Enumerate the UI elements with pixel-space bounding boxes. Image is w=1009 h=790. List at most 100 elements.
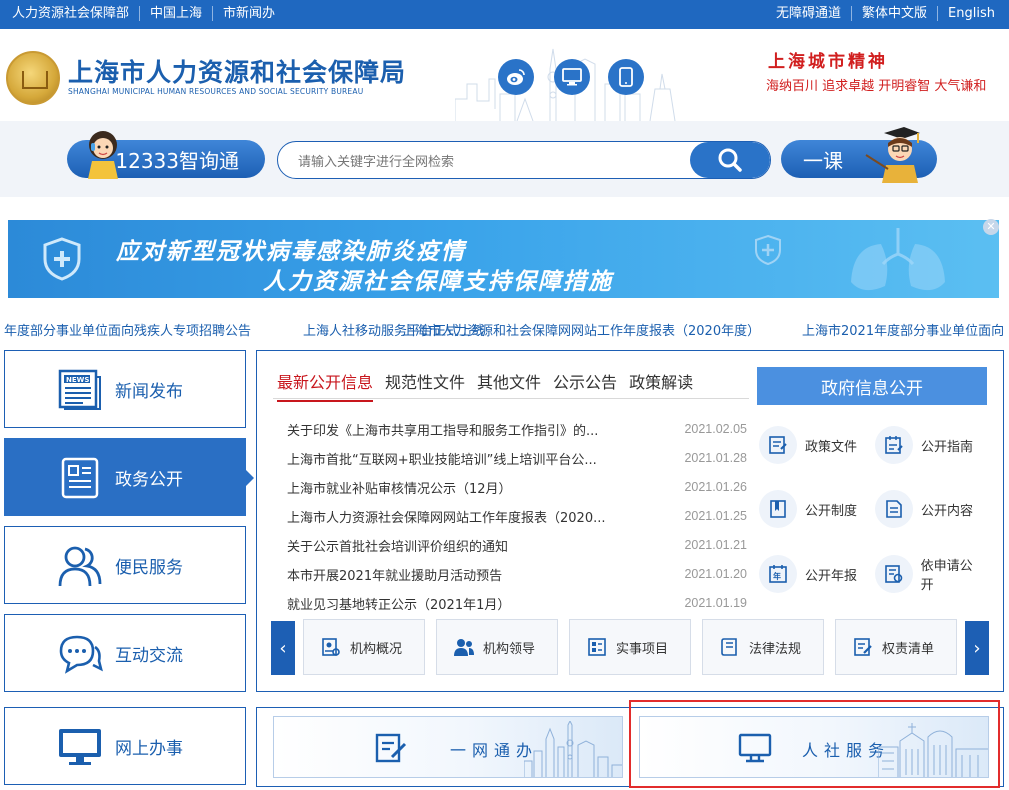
chat-icon [57, 631, 103, 677]
search-icon [718, 148, 742, 172]
guide-icon [875, 426, 913, 464]
gov-disclosure-guide[interactable]: 公开指南 [875, 425, 985, 465]
newspaper-icon: NEWS [57, 367, 103, 413]
bureau-emblem-icon[interactable] [6, 51, 60, 105]
carousel-next-button[interactable]: › [965, 621, 989, 675]
news-date: 2021.01.28 [684, 451, 747, 465]
content-doc-icon [875, 490, 913, 528]
lungs-icon [851, 228, 945, 291]
card-label: 权责清单 [882, 641, 935, 657]
card-label: 法律法规 [749, 641, 802, 657]
hotline-12333-label: 12333智询通 [115, 148, 239, 173]
nav-online-service[interactable]: 网上办事 [4, 707, 246, 785]
list-item[interactable]: 本市开展2021年就业援助月活动预告 2021.01.20 [287, 562, 747, 591]
site-title[interactable]: 上海市人力资源和社会保障局 [68, 53, 406, 89]
service-girl-avatar-icon [88, 131, 118, 179]
nav-public-service[interactable]: 便民服务 [4, 526, 246, 604]
card-org-leaders[interactable]: 机构领导 [436, 619, 558, 675]
nav-label: 新闻发布 [115, 381, 183, 402]
nav-label: 政务公开 [115, 469, 183, 490]
card-laws-regulations[interactable]: 法律法规 [702, 619, 824, 675]
small-shield-icon [755, 234, 781, 266]
news-date: 2021.01.19 [684, 596, 747, 610]
one-network-service-button[interactable]: 一网通办 [273, 716, 623, 778]
ticker-item[interactable]: 上海市2021年度部分事业单位面向 [802, 320, 1004, 339]
list-item[interactable]: 上海市人力资源社会保障网网站工作年度报表（2020... 2021.01.25 [287, 504, 747, 533]
search-box [277, 141, 771, 179]
link-mohrss[interactable]: 人力资源社会保障部 [12, 6, 141, 21]
link-accessibility[interactable]: 无障碍通道 [766, 6, 853, 21]
shield-icon [43, 237, 81, 281]
news-list: 关于印发《上海市共享用工指导和服务工作指引》的... 2021.02.05 上海市… [287, 417, 747, 620]
news-date: 2021.01.25 [684, 509, 747, 523]
news-date: 2021.01.26 [684, 480, 747, 494]
teacher-avatar-icon [865, 127, 920, 183]
laws-icon [719, 636, 741, 658]
link-press-office[interactable]: 市新闻办 [213, 6, 275, 21]
gov-policy-docs[interactable]: 政策文件 [759, 425, 869, 465]
ticker-item[interactable]: 上海市人力资源和社会保障网网站工作年度报表（2020年度） [402, 320, 760, 339]
org-overview-icon [320, 636, 342, 658]
news-ticker: 年度部分事业单位面向残疾人专项招聘公告 上海人社移动服务平台正式上线 上海市人力… [0, 318, 1009, 340]
nav-news-release[interactable]: NEWS 新闻发布 [4, 350, 246, 428]
gov-disclosure-system[interactable]: 公开制度 [759, 489, 869, 529]
news-title[interactable]: 上海市人力资源社会保障网网站工作年度报表（2020... [287, 507, 627, 526]
highlight-frame [629, 700, 1000, 788]
list-item[interactable]: 上海市就业补贴审核情况公示（12月） 2021.01.26 [287, 475, 747, 504]
list-item[interactable]: 上海市首批“互联网+职业技能培训”线上培训平台公... 2021.01.28 [287, 446, 747, 475]
top-bar-right: 无障碍通道 繁体中文版 English [766, 6, 995, 21]
svg-text:年: 年 [773, 571, 781, 581]
link-english[interactable]: English [938, 6, 995, 21]
weibo-icon[interactable] [498, 59, 534, 95]
search-button[interactable] [690, 142, 770, 178]
card-label: 机构概况 [350, 641, 403, 657]
tab-divider [273, 398, 749, 399]
mobile-icon[interactable] [608, 59, 644, 95]
document-icon [57, 455, 103, 501]
site-subtitle: SHANGHAI MUNICIPAL HUMAN RESOURCES AND S… [68, 87, 364, 96]
banner-close-button[interactable]: ✕ [983, 219, 999, 235]
search-band: 12333智询通 一课 [0, 121, 1009, 197]
nav-interaction[interactable]: 互动交流 [4, 614, 246, 692]
news-title[interactable]: 关于印发《上海市共享用工指导和服务工作指引》的... [287, 420, 627, 439]
list-item[interactable]: 就业见习基地转正公示（2021年1月） 2021.01.19 [287, 591, 747, 620]
calendar-year-icon: 年 [759, 555, 797, 593]
list-item[interactable]: 关于印发《上海市共享用工指导和服务工作指引》的... 2021.02.05 [287, 417, 747, 446]
carousel-prev-button[interactable]: ‹ [271, 621, 295, 675]
nav-government-affairs[interactable]: 政务公开 [4, 438, 254, 516]
news-title[interactable]: 就业见习基地转正公示（2021年1月） [287, 594, 627, 613]
gov-item-label: 政策文件 [805, 439, 858, 455]
gov-info-disclosure-button[interactable]: 政府信息公开 [757, 367, 987, 405]
gov-disclosure-content[interactable]: 公开内容 [875, 489, 985, 529]
news-date: 2021.01.21 [684, 538, 747, 552]
desktop-icon[interactable] [554, 59, 590, 95]
gov-item-label: 公开内容 [921, 503, 974, 519]
gov-annual-report[interactable]: 年 公开年报 [759, 554, 869, 594]
card-power-list[interactable]: 权责清单 [835, 619, 957, 675]
news-title[interactable]: 上海市首批“互联网+职业技能培训”线上培训平台公... [287, 449, 627, 468]
link-traditional-chinese[interactable]: 繁体中文版 [852, 6, 939, 21]
news-title[interactable]: 关于公示首批社会培训评价组织的通知 [287, 536, 627, 555]
news-title[interactable]: 上海市就业补贴审核情况公示（12月） [287, 478, 627, 497]
city-skyline-icon [524, 721, 622, 777]
ticker-item[interactable]: 年度部分事业单位面向残疾人专项招聘公告 [4, 320, 251, 339]
news-date: 2021.01.20 [684, 567, 747, 581]
search-input[interactable] [298, 151, 688, 171]
power-list-icon [852, 636, 874, 658]
card-label: 实事项目 [616, 641, 669, 657]
gov-item-label: 依申请公开 [920, 559, 973, 593]
epidemic-banner[interactable]: 应对新型冠状病毒感染肺炎疫情 人力资源社会保障支持保障措施 [8, 220, 999, 298]
banner-line-2: 人力资源社会保障支持保障措施 [263, 269, 613, 295]
people-icon [57, 543, 103, 589]
card-org-overview[interactable]: 机构概况 [303, 619, 425, 675]
city-spirit-title: 上海城市精神 [768, 52, 888, 72]
link-china-shanghai[interactable]: 中国上海 [140, 6, 214, 21]
card-practical-projects[interactable]: 实事项目 [569, 619, 691, 675]
monitor-icon [57, 724, 103, 770]
list-item[interactable]: 关于公示首批社会培训评价组织的通知 2021.01.21 [287, 533, 747, 562]
gov-apply-disclosure[interactable]: 依申请公开 [875, 554, 985, 594]
news-title[interactable]: 本市开展2021年就业援助月活动预告 [287, 565, 627, 584]
city-spirit-slogan: 海纳百川 追求卓越 开明睿智 大气谦和 [766, 79, 987, 94]
nav-label: 互动交流 [115, 645, 183, 666]
banner-line-1: 应对新型冠状病毒感染肺炎疫情 [116, 239, 466, 265]
